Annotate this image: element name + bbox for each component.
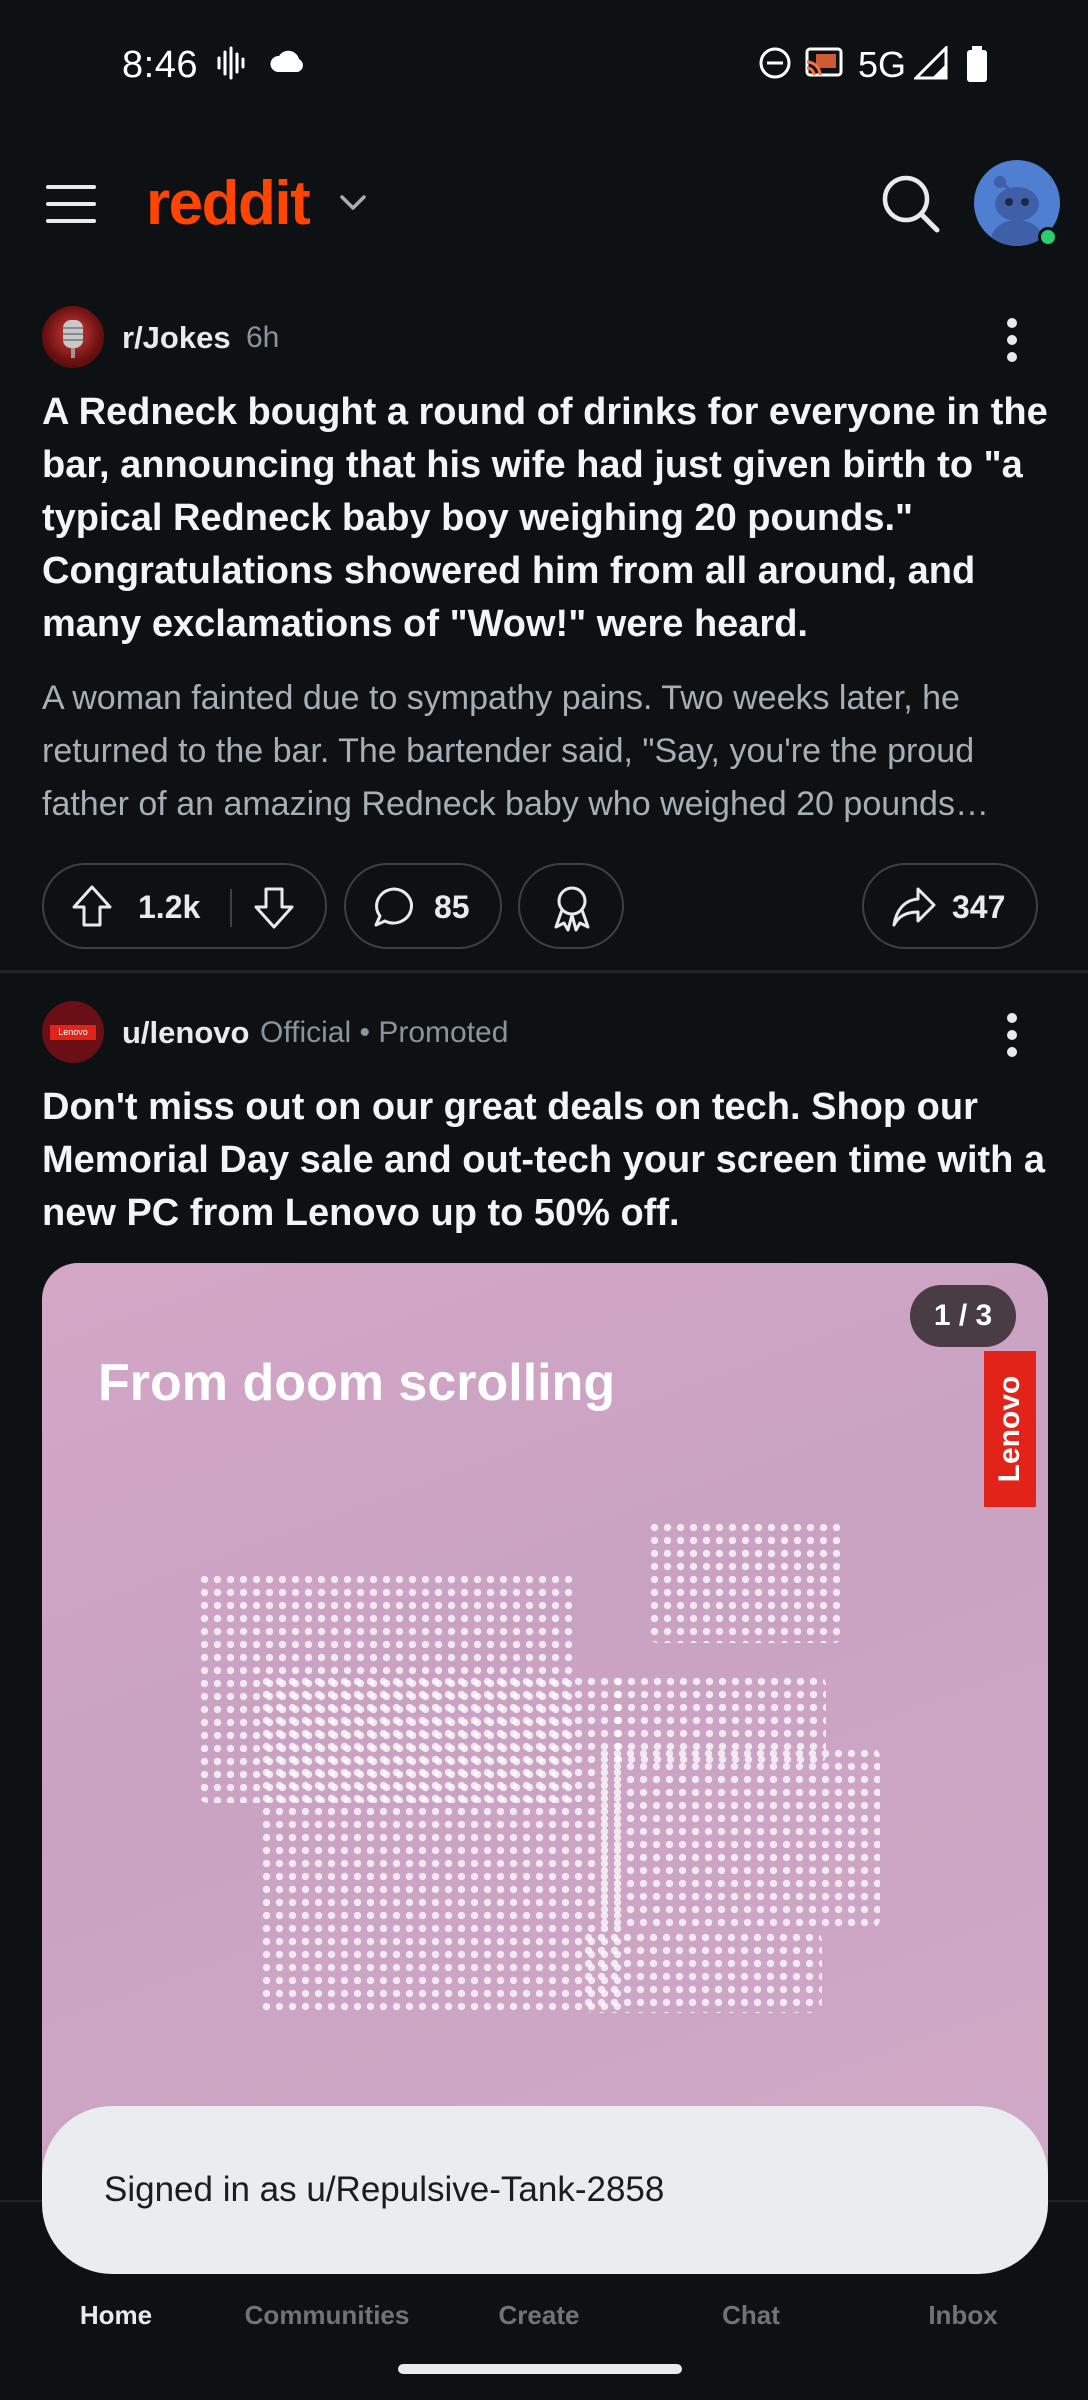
search-icon[interactable] <box>880 173 942 235</box>
vote-pill: 1.2k <box>42 863 327 949</box>
post-title[interactable]: Don't miss out on our great deals on tec… <box>42 1081 1052 1240</box>
menu-icon[interactable] <box>46 185 96 223</box>
upvote-icon[interactable] <box>70 883 114 929</box>
official-label: Official • Promoted <box>260 1016 508 1050</box>
downvote-icon[interactable] <box>252 885 296 931</box>
carousel-counter: 1 / 3 <box>910 1285 1016 1347</box>
dotted-window-graphic <box>582 1931 822 2013</box>
nav-create[interactable]: Create <box>439 2300 639 2331</box>
status-time: 8:46 <box>122 44 198 86</box>
subreddit-name[interactable]: r/Jokes <box>122 320 231 356</box>
dnd-icon <box>759 47 791 79</box>
toast-message: Signed in as u/Repulsive-Tank-2858 <box>104 2170 665 2209</box>
sound-wave-icon <box>217 46 245 80</box>
advertiser-name[interactable]: u/lenovo <box>122 1015 249 1051</box>
nav-chat[interactable]: Chat <box>651 2300 851 2331</box>
signed-in-toast: Signed in as u/Repulsive-Tank-2858 <box>42 2106 1048 2274</box>
nav-communities[interactable]: Communities <box>227 2300 427 2331</box>
ad-headline: From doom scrolling <box>98 1354 616 1412</box>
home-indicator[interactable] <box>398 2364 682 2374</box>
post-age: 6h <box>246 321 280 354</box>
award-icon <box>554 886 590 932</box>
nav-home[interactable]: Home <box>16 2300 216 2331</box>
signal-icon <box>914 46 948 80</box>
lenovo-brand-tag: Lenovo <box>984 1351 1036 1507</box>
award-button[interactable] <box>518 863 624 949</box>
post-body[interactable]: A woman fainted due to sympathy pains. T… <box>42 672 1052 831</box>
microphone-icon <box>63 320 83 358</box>
dotted-window-graphic <box>648 1521 844 1643</box>
comments-button[interactable]: 85 <box>344 863 502 949</box>
chevron-down-icon[interactable] <box>338 187 368 217</box>
vote-count: 1.2k <box>138 889 201 925</box>
post-separator <box>0 970 1088 973</box>
lenovo-avatar[interactable]: Lenovo <box>42 1001 104 1063</box>
battery-icon <box>967 46 987 82</box>
app-header: reddit <box>0 135 1088 270</box>
comment-icon <box>374 887 413 927</box>
vote-divider <box>230 889 232 927</box>
more-options-icon[interactable] <box>1000 316 1024 364</box>
promoted-text: • Promoted <box>359 1016 509 1049</box>
share-count: 347 <box>952 889 1006 925</box>
comment-count: 85 <box>434 889 470 925</box>
dotted-window-graphic <box>260 1675 622 2013</box>
share-icon <box>892 887 936 927</box>
dotted-window-graphic <box>598 1747 880 1929</box>
post-title[interactable]: A Redneck bought a round of drinks for e… <box>42 386 1052 651</box>
cast-icon <box>805 47 843 77</box>
more-options-icon[interactable] <box>1000 1011 1024 1059</box>
share-button[interactable]: 347 <box>862 863 1038 949</box>
network-type: 5G <box>858 44 907 85</box>
subreddit-avatar[interactable] <box>42 306 104 368</box>
official-text: Official <box>260 1016 352 1049</box>
online-status-dot <box>1038 227 1058 247</box>
nav-inbox[interactable]: Inbox <box>863 2300 1063 2331</box>
cloud-icon <box>270 50 303 72</box>
lenovo-avatar-logo: Lenovo <box>50 1025 96 1040</box>
status-bar: 8:46 5G <box>0 0 1088 135</box>
reddit-logo[interactable]: reddit <box>146 168 311 239</box>
lenovo-brand-text: Lenovo <box>993 1375 1026 1483</box>
